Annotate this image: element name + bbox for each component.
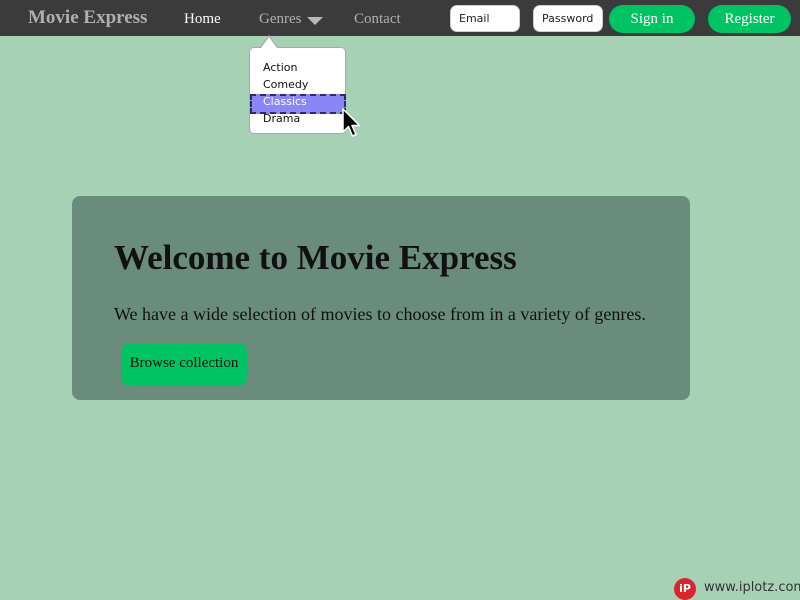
nav-item-genres[interactable]: Genres bbox=[259, 11, 301, 28]
chevron-down-icon[interactable] bbox=[307, 17, 323, 25]
watermark-url[interactable]: www.iplotz.com bbox=[704, 580, 800, 595]
nav-item-contact[interactable]: Contact bbox=[354, 11, 401, 28]
nav-item-home[interactable]: Home bbox=[184, 11, 221, 28]
dropdown-item-drama[interactable]: Drama bbox=[263, 112, 300, 125]
hero-description: We have a wide selection of movies to ch… bbox=[114, 304, 646, 324]
genres-dropdown-menu: Action Comedy Classics Drama bbox=[249, 47, 346, 134]
top-navbar: Movie Express Home Genres Contact Email … bbox=[0, 0, 800, 36]
email-field[interactable]: Email bbox=[450, 5, 520, 32]
browse-collection-button[interactable]: Browse collection bbox=[121, 343, 247, 386]
brand-logo-text[interactable]: Movie Express bbox=[28, 7, 147, 29]
dropdown-pointer bbox=[261, 37, 277, 48]
dropdown-item-comedy[interactable]: Comedy bbox=[263, 78, 308, 91]
dropdown-item-action[interactable]: Action bbox=[263, 61, 297, 74]
dropdown-item-classics[interactable]: Classics bbox=[263, 95, 307, 108]
sign-in-button[interactable]: Sign in bbox=[609, 5, 695, 33]
hero-panel: Welcome to Movie Express We have a wide … bbox=[72, 196, 690, 400]
hero-title: Welcome to Movie Express bbox=[114, 238, 517, 277]
iplotz-logo-icon: iP bbox=[674, 578, 696, 600]
register-button[interactable]: Register bbox=[708, 5, 791, 33]
mouse-cursor-icon bbox=[342, 108, 361, 137]
password-field[interactable]: Password bbox=[533, 5, 603, 32]
